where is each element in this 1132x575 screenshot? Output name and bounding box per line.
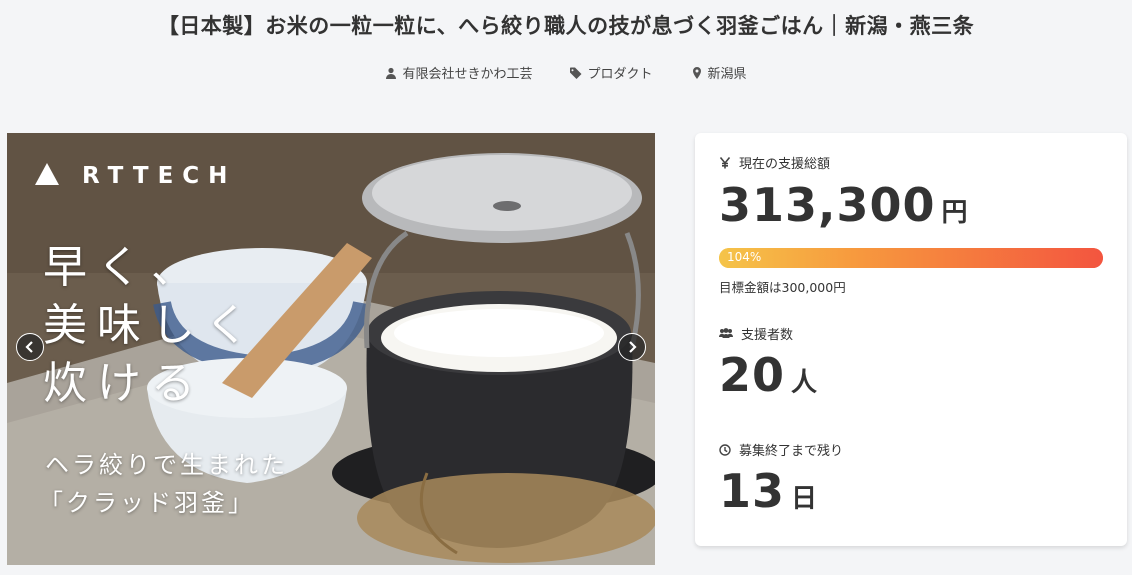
location-link[interactable]: 新潟県 [691, 63, 747, 82]
map-pin-icon [692, 66, 701, 79]
brand-logo-text: RTTECH [82, 163, 237, 189]
category-name: プロダクト [587, 67, 653, 82]
remaining-days: 13 [719, 464, 786, 518]
progress-label: 104% [727, 250, 762, 264]
remaining-row: 13 日 [719, 464, 817, 518]
catch-line-2: 美味しく [43, 300, 259, 351]
supporters-unit: 人 [791, 368, 818, 398]
owner-name: 有限会社せきかわ工芸 [402, 67, 533, 82]
project-meta: 有限会社せきかわ工芸 プロダクト 新潟県 [0, 63, 1132, 82]
carousel-next-button[interactable] [618, 333, 646, 361]
yen-icon [719, 156, 731, 168]
remaining-label-row: 募集終了まで残り [719, 440, 843, 459]
chevron-right-icon [629, 341, 637, 353]
hero-subcopy-1: ヘラ絞りで生まれた [45, 451, 288, 479]
page-title: 【日本製】お米の一粒一粒に、へら絞り職人の技が息づく羽釜ごはん｜新潟・燕三条 [157, 14, 975, 38]
catch-line-1: 早く、 [43, 242, 205, 293]
owner-link[interactable]: 有限会社せきかわ工芸 [385, 63, 532, 82]
clock-icon [719, 443, 731, 456]
hero-catchcopy: 早く、 美味しく 炊ける [43, 239, 303, 413]
total-label: 現在の支援総額 [739, 157, 831, 172]
chevron-left-icon [25, 341, 33, 353]
hero-subcopy-2: 「クラッド羽釜」 [39, 489, 255, 517]
goal-amount: 目標金額は300,000円 [719, 280, 846, 295]
total-label-row: 現在の支援総額 [719, 153, 830, 172]
total-amount: 313,300 [719, 178, 936, 232]
funding-panel: 現在の支援総額 313,300 円 104% 目標金額は300,000円 支援者… [695, 133, 1127, 546]
tag-icon [570, 67, 582, 79]
progress-bar-fill [719, 248, 1103, 268]
supporters-label-row: 支援者数 [719, 324, 793, 343]
users-icon [719, 327, 733, 338]
person-icon [386, 67, 397, 79]
catch-line-3: 炊ける [43, 358, 205, 409]
remaining-label: 募集終了まで残り [739, 444, 844, 459]
hero-image[interactable]: RTTECH 早く、 美味しく 炊ける ヘラ絞りで生まれた 「クラッド羽釜」 [7, 133, 655, 565]
supporters-label: 支援者数 [741, 328, 794, 343]
location-name: 新潟県 [707, 67, 747, 82]
total-amount-row: 313,300 円 [719, 178, 968, 232]
progress-bar: 104% [719, 248, 1103, 268]
remaining-unit: 日 [791, 484, 818, 514]
category-link[interactable]: プロダクト [570, 63, 653, 82]
carousel-prev-button[interactable] [16, 333, 44, 361]
supporters-count: 20 [719, 348, 786, 402]
supporters-row: 20 人 [719, 348, 817, 402]
total-amount-unit: 円 [941, 198, 968, 228]
